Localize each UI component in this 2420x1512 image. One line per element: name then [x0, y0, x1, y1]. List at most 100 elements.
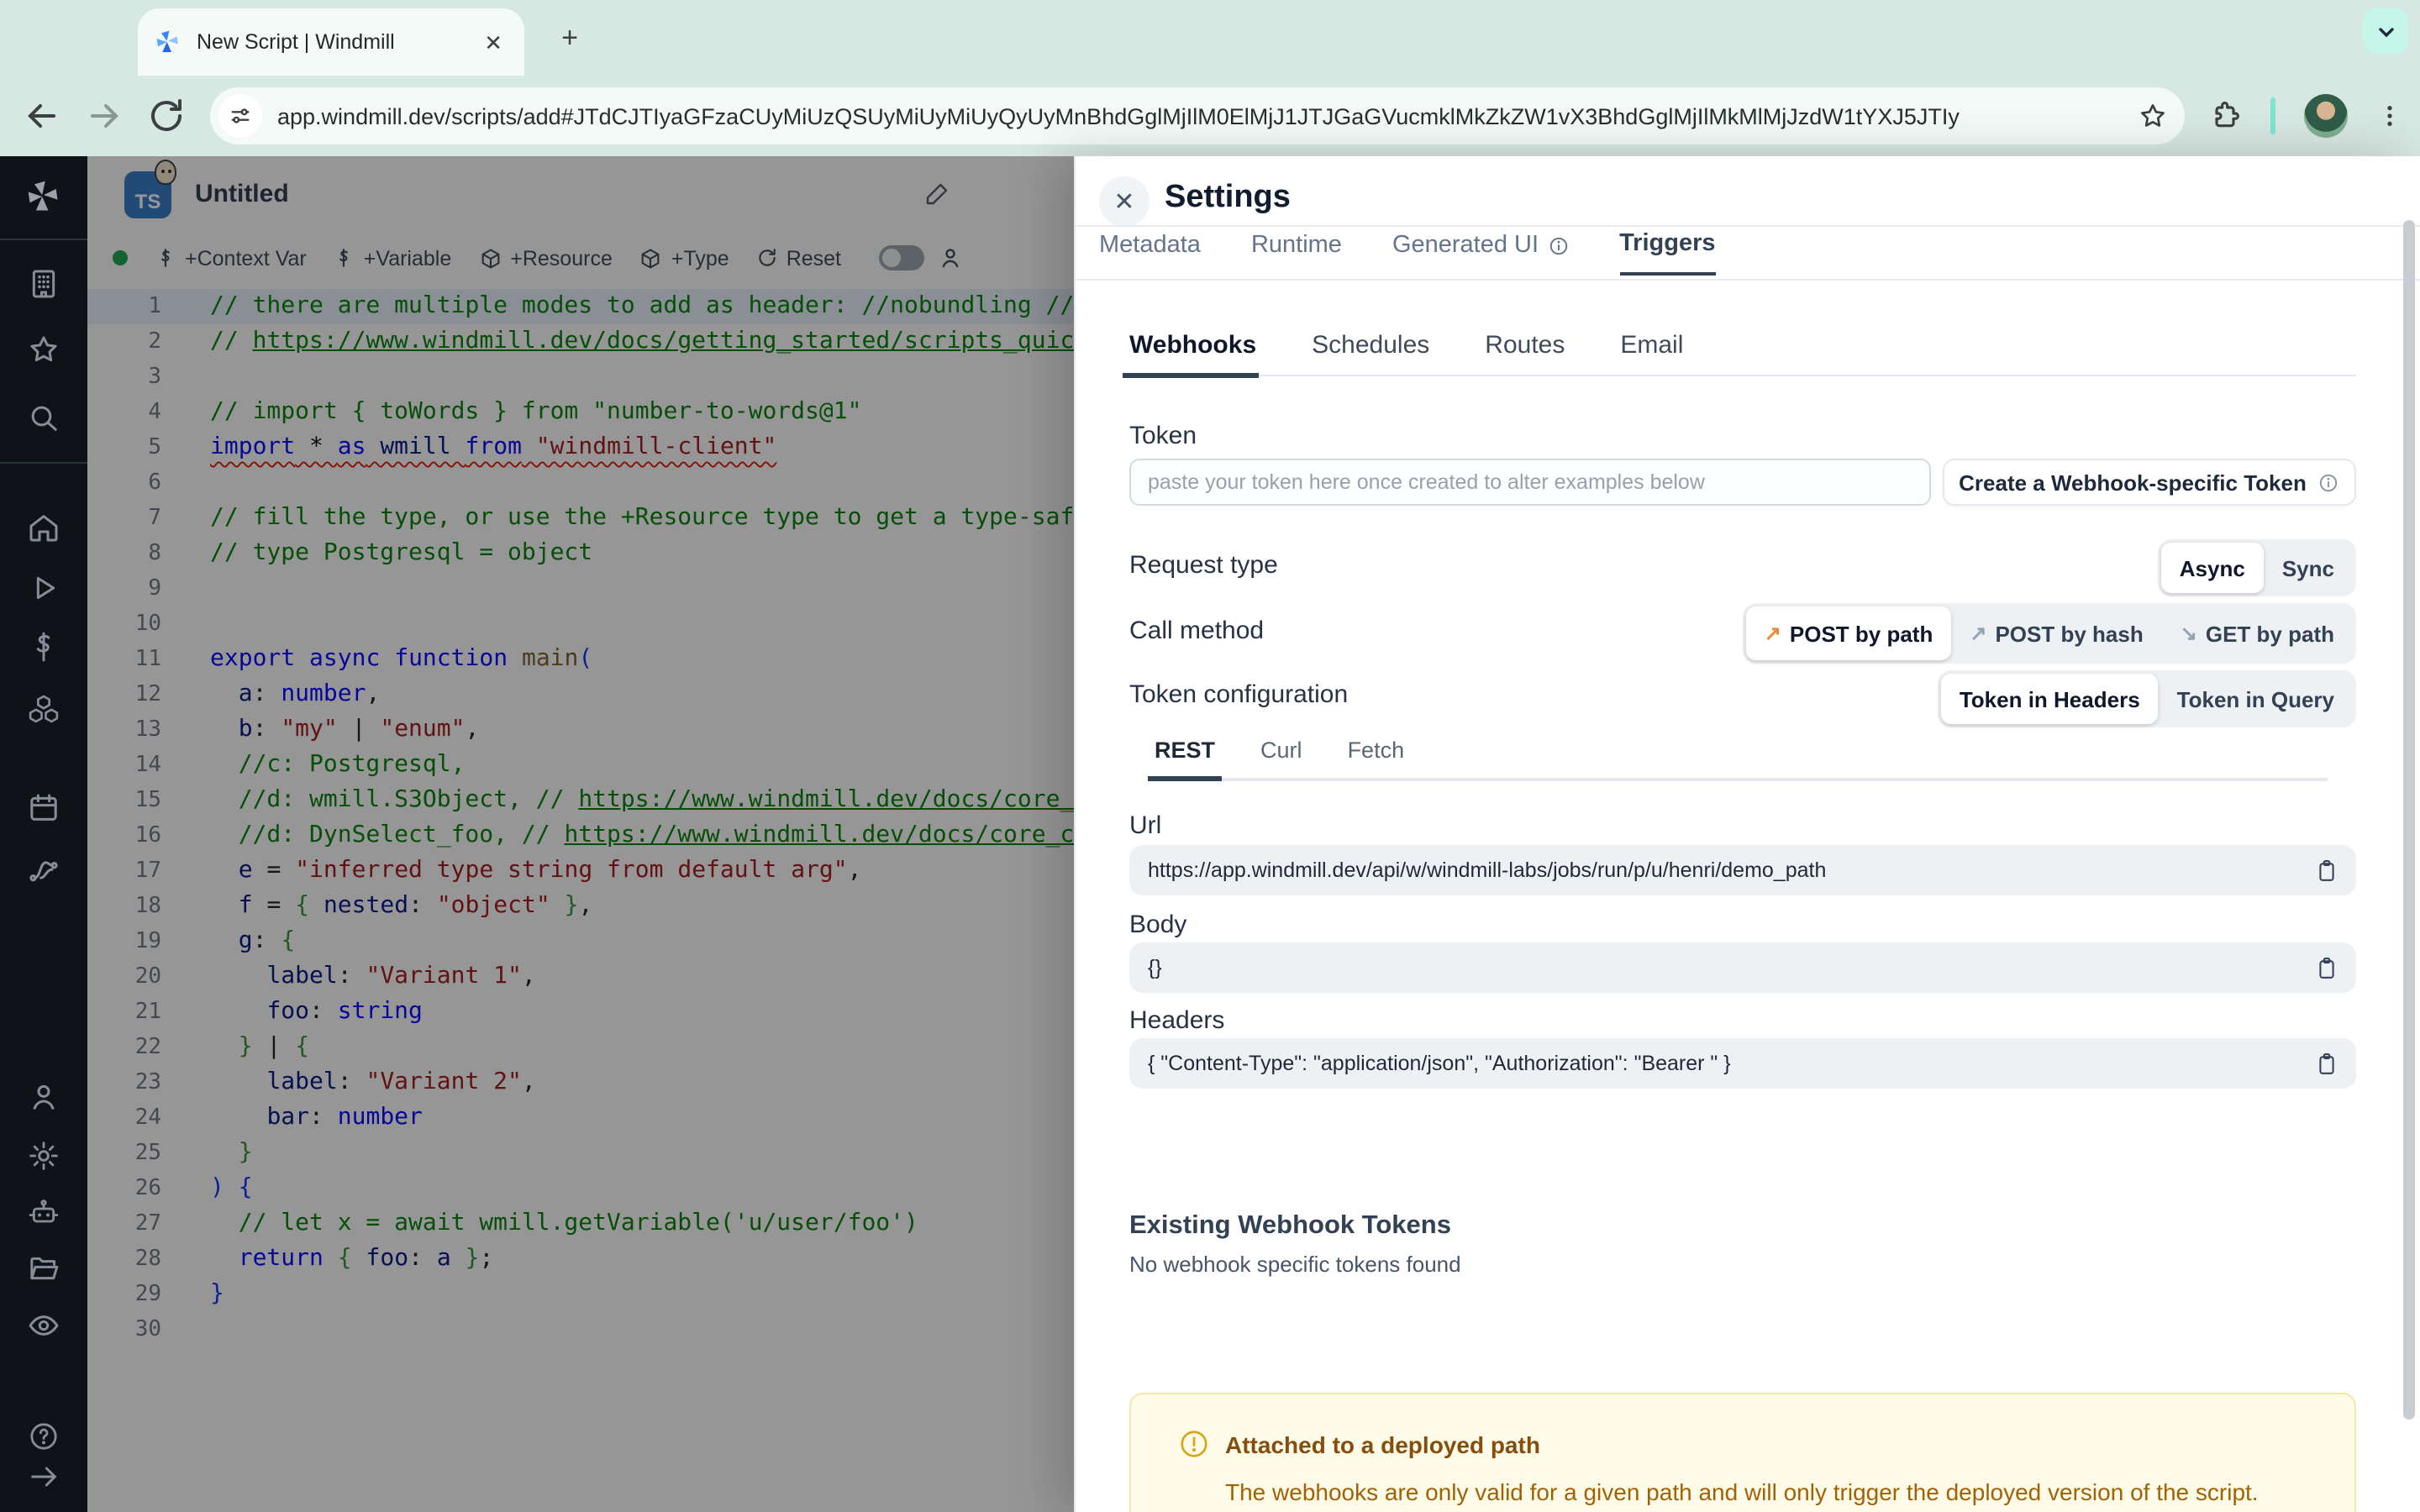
windmill-favicon-icon: [156, 30, 178, 52]
headers-value: { "Content-Type": "application/json", "A…: [1148, 1052, 1731, 1075]
new-tab-icon[interactable]: +: [550, 18, 590, 59]
settings-drawer: ✕ Settings Metadata Runtime Generated UI…: [1074, 156, 2420, 1512]
tab-curl[interactable]: Curl: [1260, 738, 1302, 763]
headers-field[interactable]: { "Content-Type": "application/json", "A…: [1129, 1038, 2356, 1089]
reload-icon[interactable]: [146, 96, 187, 136]
browser-tab-strip: New Script | Windmill ✕ +: [0, 0, 2420, 76]
body-label: Body: [1129, 911, 1187, 939]
settings-icon[interactable]: [27, 1139, 60, 1173]
warning-icon: [1181, 1431, 1207, 1457]
forward-icon[interactable]: [84, 96, 124, 136]
variables-icon[interactable]: [27, 630, 60, 664]
option-token-in-query[interactable]: Token in Query: [2159, 674, 2353, 724]
copy-icon[interactable]: [2316, 858, 2338, 883]
create-webhook-token-button[interactable]: Create a Webhook-specific Token: [1943, 459, 2356, 506]
collapse-icon[interactable]: [27, 1460, 60, 1494]
divider: [1076, 279, 2420, 281]
site-settings-icon[interactable]: [218, 94, 262, 138]
windmill-logo[interactable]: [25, 178, 62, 215]
option-label: POST by hash: [1995, 621, 2144, 646]
toolbar-divider: [2270, 97, 2275, 134]
deployed-path-warning: Attached to a deployed path The webhooks…: [1129, 1393, 2356, 1512]
active-tab-underline: [1123, 373, 1259, 377]
tab-label: Generated UI: [1392, 232, 1539, 259]
app-sidebar: [0, 156, 87, 1512]
call-method-segment: ↗ POST by path ↗ POST by hash ↘ GET by p…: [1742, 603, 2356, 664]
url-label: Url: [1129, 811, 1162, 840]
tab-close-icon[interactable]: ✕: [479, 26, 508, 58]
users-icon[interactable]: [27, 1080, 60, 1114]
routes-icon[interactable]: [27, 853, 60, 887]
tab-fetch[interactable]: Fetch: [1348, 738, 1405, 763]
tab-rest[interactable]: REST: [1155, 738, 1215, 763]
option-label: POST by path: [1789, 621, 1933, 646]
tab-schedules[interactable]: Schedules: [1312, 331, 1429, 360]
option-sync[interactable]: Sync: [2264, 543, 2353, 593]
tab-webhooks[interactable]: Webhooks: [1129, 331, 1256, 360]
url-text[interactable]: app.windmill.dev/scripts/add#JTdCJTIyaGF…: [277, 103, 2124, 129]
home-icon[interactable]: [27, 511, 60, 544]
arrow-up-right-icon: ↗: [1764, 622, 1781, 645]
info-icon: [1549, 236, 1567, 255]
tab-email[interactable]: Email: [1620, 331, 1683, 360]
option-async[interactable]: Async: [2160, 543, 2264, 593]
schedules-icon[interactable]: [27, 791, 60, 825]
existing-tokens-title: Existing Webhook Tokens: [1129, 1211, 1451, 1240]
workspace-icon[interactable]: [27, 267, 60, 301]
token-label: Token: [1129, 422, 1197, 450]
option-post-by-path[interactable]: ↗ POST by path: [1745, 606, 1952, 660]
arrow-down-right-icon: ↘: [2180, 622, 2197, 645]
headers-label: Headers: [1129, 1006, 1225, 1035]
bookmark-star-icon[interactable]: [2138, 101, 2168, 131]
divider: [1076, 225, 2420, 227]
settings-tabs: Metadata Runtime Generated UI Triggers: [1099, 230, 1716, 276]
runs-icon[interactable]: [27, 571, 60, 605]
request-type-segment: Async Sync: [2157, 539, 2356, 596]
windmill-app: TS Untitled +Context Var +Variable +Reso…: [0, 156, 2420, 1512]
tab-metadata[interactable]: Metadata: [1099, 230, 1201, 276]
back-icon[interactable]: [22, 96, 62, 136]
profile-avatar[interactable]: [2304, 94, 2348, 138]
example-tabs: REST Curl Fetch: [1155, 738, 1404, 763]
info-icon: [2320, 473, 2338, 491]
option-token-in-headers[interactable]: Token in Headers: [1940, 674, 2159, 724]
screen: New Script | Windmill ✕ + app.windmill.d…: [0, 0, 2420, 1512]
favorites-icon[interactable]: [27, 333, 60, 366]
tab-strip-chevron-icon[interactable]: [2363, 8, 2408, 54]
sidebar-divider: [0, 462, 87, 464]
extensions-icon[interactable]: [2208, 99, 2242, 133]
option-get-by-path[interactable]: ↘ GET by path: [2162, 606, 2353, 660]
copy-icon[interactable]: [2316, 1051, 2338, 1076]
option-post-by-hash[interactable]: ↗ POST by hash: [1951, 606, 2161, 660]
token-config-label: Token configuration: [1129, 680, 1349, 709]
url-field[interactable]: https://app.windmill.dev/api/w/windmill-…: [1129, 845, 2356, 895]
tab-generated-ui[interactable]: Generated UI: [1392, 230, 1569, 276]
arrow-up-right-icon: ↗: [1970, 622, 1987, 645]
existing-tokens-empty: No webhook specific tokens found: [1129, 1252, 1461, 1277]
token-input[interactable]: [1129, 459, 1931, 506]
tab-triggers[interactable]: Triggers: [1619, 230, 1716, 276]
call-method-label: Call method: [1129, 617, 1265, 645]
browser-actions: [2208, 94, 2403, 138]
ai-icon[interactable]: [27, 1196, 60, 1230]
audit-icon[interactable]: [27, 1309, 60, 1342]
help-icon[interactable]: [27, 1420, 60, 1453]
tab-runtime[interactable]: Runtime: [1251, 230, 1342, 276]
option-label: GET by path: [2205, 621, 2334, 646]
warning-title: Attached to a deployed path: [1225, 1431, 1540, 1458]
browser-tab[interactable]: New Script | Windmill ✕: [138, 8, 524, 76]
menu-dots-icon[interactable]: [2376, 102, 2403, 129]
resources-icon[interactable]: [27, 692, 60, 726]
tab-routes[interactable]: Routes: [1485, 331, 1565, 360]
browser-toolbar: app.windmill.dev/scripts/add#JTdCJTIyaGF…: [0, 76, 2420, 156]
close-icon[interactable]: ✕: [1099, 176, 1150, 227]
folders-icon[interactable]: [27, 1252, 60, 1285]
body-field[interactable]: {}: [1129, 942, 2356, 993]
trigger-tabs: Webhooks Schedules Routes Email: [1129, 331, 1683, 360]
drawer-scrollbar[interactable]: [2403, 220, 2415, 1420]
search-icon[interactable]: [27, 402, 60, 435]
copy-icon[interactable]: [2316, 955, 2338, 980]
url-bar[interactable]: app.windmill.dev/scripts/add#JTdCJTIyaGF…: [210, 87, 2185, 144]
active-tab-underline: [1148, 776, 1222, 780]
request-type-label: Request type: [1129, 551, 1278, 580]
